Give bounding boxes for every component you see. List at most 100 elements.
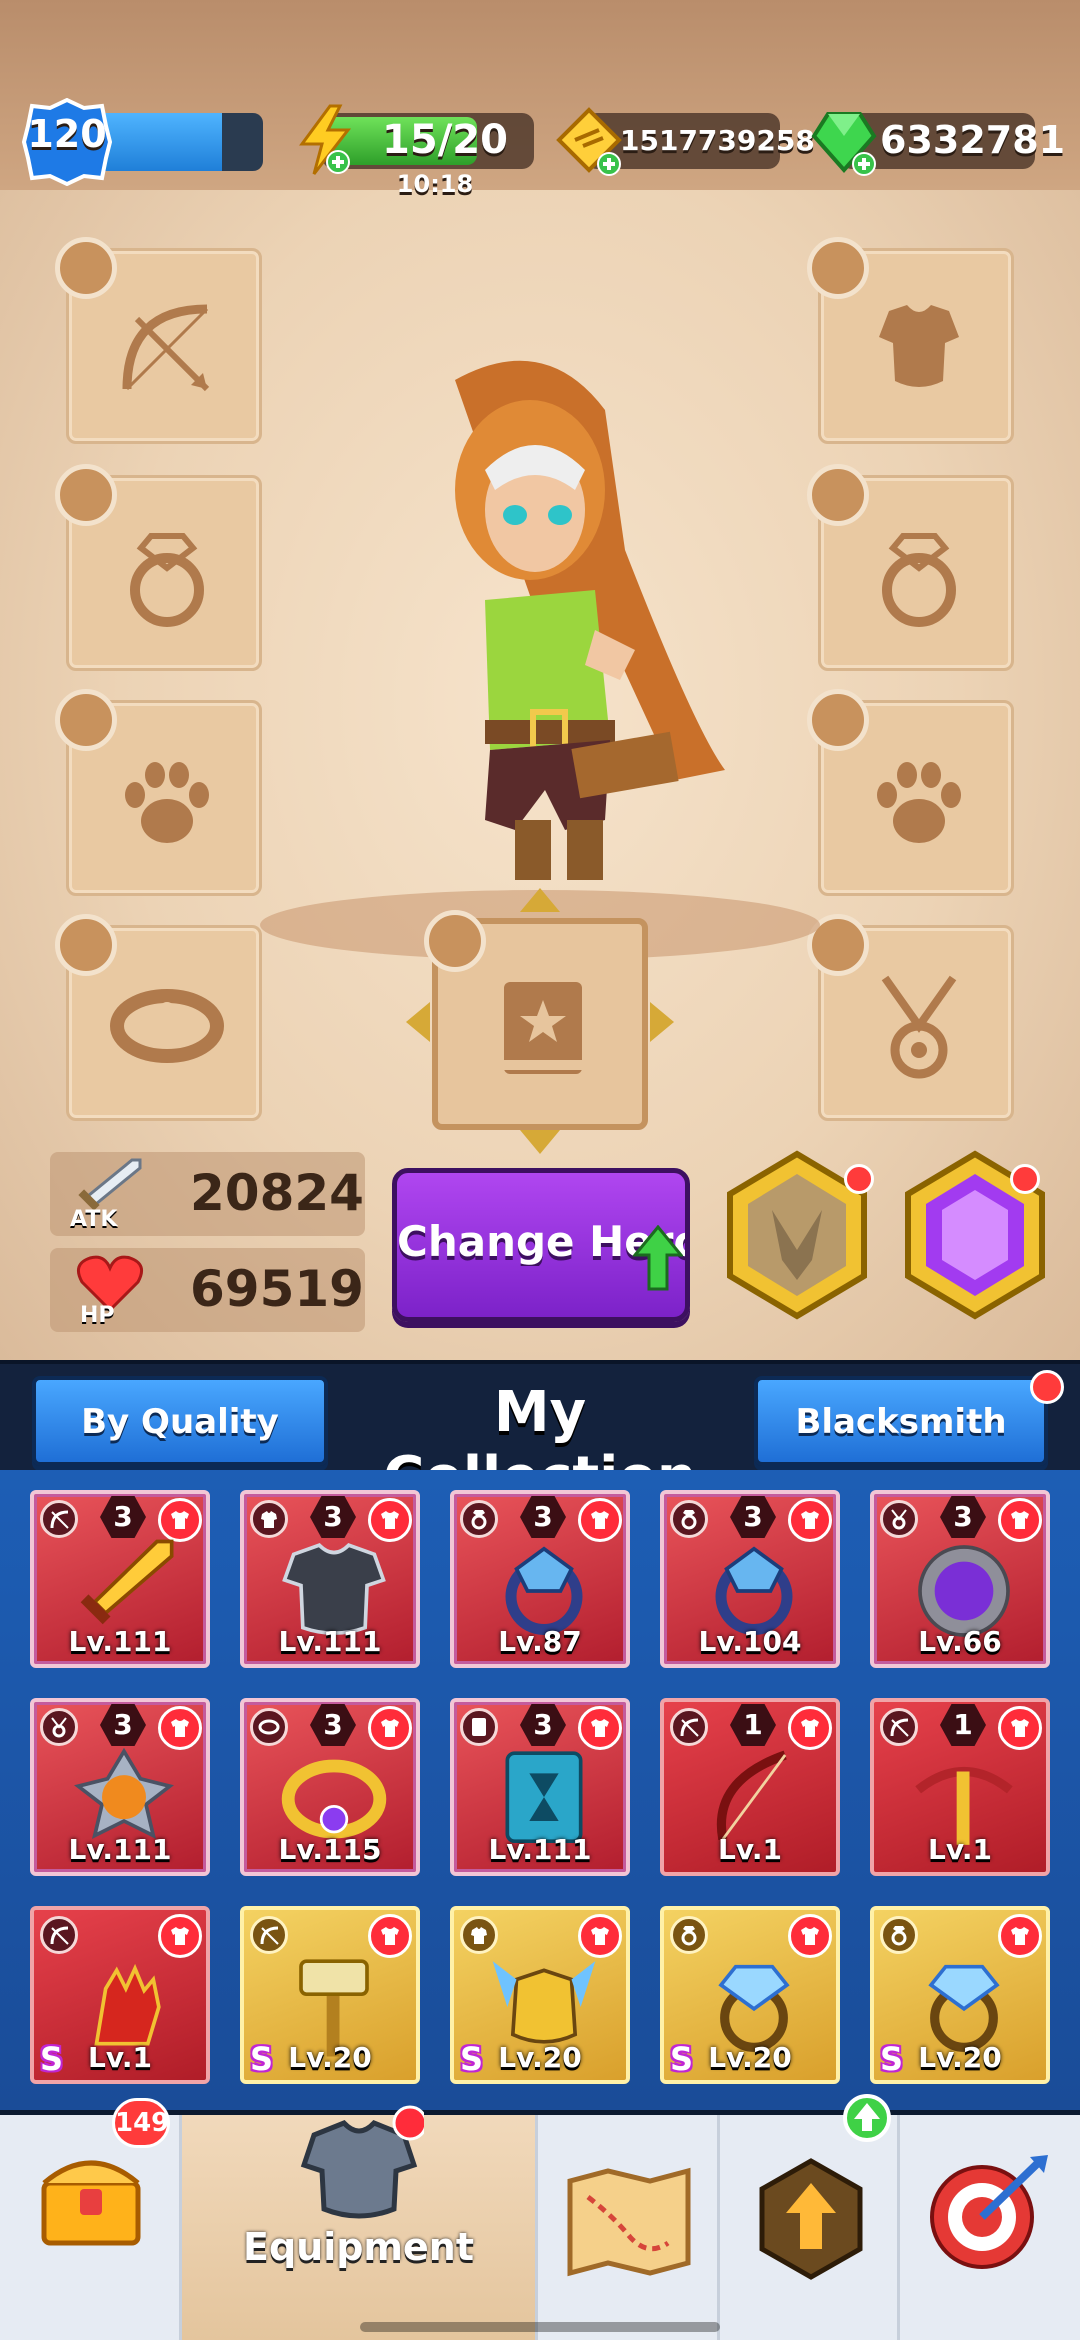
locket-slot[interactable]: [807, 914, 1014, 1121]
collection-item[interactable]: 3 Lv.87: [450, 1490, 630, 1668]
item-type-icon: [250, 1916, 288, 1954]
sort-by-quality-button[interactable]: By Quality: [32, 1376, 328, 1466]
slot-indicator: [424, 910, 486, 972]
bracelet-slot[interactable]: [55, 914, 262, 1121]
gold-scroll-icon[interactable]: [553, 106, 625, 178]
ring-slot-left[interactable]: [55, 464, 262, 671]
energy-count: 15/20: [382, 117, 508, 163]
nav-upgrade[interactable]: [720, 2094, 900, 2340]
spellbook-slot[interactable]: [424, 910, 648, 1130]
item-level: Lv.1: [718, 1833, 782, 1866]
armor-icon: [879, 305, 959, 387]
hero-area: 120 15/20 10:18 1517739258 6332781 ATK 2…: [0, 0, 1080, 1360]
collection-item[interactable]: 3 Lv.111: [30, 1490, 210, 1668]
nav-shop[interactable]: [0, 2115, 182, 2340]
armor-slot[interactable]: [807, 237, 1014, 444]
item-level: Lv.20: [708, 2041, 792, 2074]
arrow-down-icon: [520, 1130, 560, 1154]
pet-slot-right[interactable]: [807, 689, 1014, 896]
collection-item[interactable]: 1 Lv.1: [870, 1698, 1050, 1876]
collection-item[interactable]: 3 Lv.111: [450, 1698, 630, 1876]
collection-item[interactable]: 3 Lv.111: [30, 1698, 210, 1876]
change-hero-button[interactable]: Change Hero: [392, 1168, 690, 1322]
hp-label: HP: [80, 1303, 115, 1328]
item-type-icon: [250, 1500, 288, 1538]
item-level: Lv.1: [88, 2041, 152, 2074]
equipment-label: Equipment: [242, 2225, 475, 2269]
item-level: Lv.111: [488, 1833, 592, 1866]
item-level: Lv.20: [498, 2041, 582, 2074]
item-level: Lv.66: [918, 1625, 1002, 1658]
pet-slot-left[interactable]: [55, 689, 262, 896]
collection-item[interactable]: S Lv.1: [30, 1906, 210, 2084]
upgrade-available-icon: [843, 2094, 891, 2142]
sort-label: By Quality: [81, 1402, 279, 1442]
item-type-icon: [460, 1708, 498, 1746]
collection-item[interactable]: S Lv.20: [240, 1906, 420, 2084]
item-level: Lv.104: [698, 1625, 802, 1658]
ring-slot-right[interactable]: [807, 464, 1014, 671]
item-count: 3: [533, 1500, 553, 1533]
collection-item[interactable]: 3 Lv.111: [240, 1490, 420, 1668]
item-level: Lv.1: [928, 1833, 992, 1866]
item-count: 1: [743, 1708, 763, 1741]
gem-icon[interactable]: [808, 106, 880, 178]
collection-item[interactable]: S Lv.20: [870, 1906, 1050, 2084]
item-type-icon: [40, 1916, 78, 1954]
item-count: 3: [323, 1500, 343, 1533]
item-type-icon: [670, 1916, 708, 1954]
collection-item[interactable]: 3 Lv.66: [870, 1490, 1050, 1668]
item-type-icon: [880, 1916, 918, 1954]
item-count: 3: [113, 1500, 133, 1533]
item-type-icon: [40, 1708, 78, 1746]
item-count: 3: [953, 1500, 973, 1533]
nav-equipment[interactable]: Equipment: [182, 2105, 538, 2340]
collection-item[interactable]: 3 Lv.104: [660, 1490, 840, 1668]
collection-item[interactable]: 1 Lv.1: [660, 1698, 840, 1876]
hero-skin-button[interactable]: [722, 1150, 874, 1320]
shop-count-badge: 149: [112, 2098, 170, 2148]
arrow-right-icon: [650, 1002, 674, 1042]
collection-item[interactable]: 3 Lv.115: [240, 1698, 420, 1876]
item-count: 1: [953, 1708, 973, 1741]
gold-count: 1517739258: [620, 124, 815, 157]
gem-count: 6332781: [880, 118, 1066, 162]
weapon-slot[interactable]: [55, 237, 262, 444]
target-icon: [930, 2155, 1048, 2269]
item-count: 3: [533, 1708, 553, 1741]
hp-value: 69519: [190, 1260, 364, 1318]
nav-challenge[interactable]: [900, 2115, 1080, 2340]
upgrade-arrow-icon: [633, 1225, 683, 1291]
blacksmith-button[interactable]: Blacksmith: [754, 1376, 1048, 1466]
item-type-icon: [670, 1500, 708, 1538]
item-type-icon: [460, 1500, 498, 1538]
nav-map[interactable]: [538, 2115, 720, 2340]
lightning-icon[interactable]: [296, 104, 354, 176]
hero-character[interactable]: [395, 350, 745, 910]
collection-item[interactable]: S Lv.20: [660, 1906, 840, 2084]
spellbook-icon: [504, 982, 582, 1074]
item-type-icon: [880, 1708, 918, 1746]
collection-item[interactable]: S Lv.20: [450, 1906, 630, 2084]
bracelet-icon: [110, 989, 224, 1063]
item-type-icon: [250, 1708, 288, 1746]
collection-grid: 3 Lv.111 3 Lv.111 3 Lv.87 3 Lv.104 3 Lv.66 3 Lv.111…: [0, 1470, 1080, 2110]
energy-timer: 10:18: [396, 170, 474, 198]
player-level: 120: [27, 112, 107, 156]
item-level: Lv.111: [278, 1625, 382, 1658]
item-type-icon: [460, 1916, 498, 1954]
item-type-icon: [670, 1708, 708, 1746]
necklace-icon: [881, 975, 957, 1079]
ring-icon: [130, 533, 204, 627]
item-count: 3: [323, 1708, 343, 1741]
atk-label: ATK: [70, 1207, 118, 1232]
item-type-icon: [40, 1500, 78, 1538]
bow-icon: [122, 304, 210, 392]
item-level: Lv.20: [288, 2041, 372, 2074]
attack-stat: ATK 20824: [50, 1152, 365, 1236]
map-icon: [567, 2167, 691, 2277]
item-level: Lv.111: [68, 1625, 172, 1658]
blacksmith-label: Blacksmith: [795, 1402, 1007, 1442]
gem-upgrade-button[interactable]: [900, 1150, 1050, 1320]
item-count: 3: [113, 1708, 133, 1741]
